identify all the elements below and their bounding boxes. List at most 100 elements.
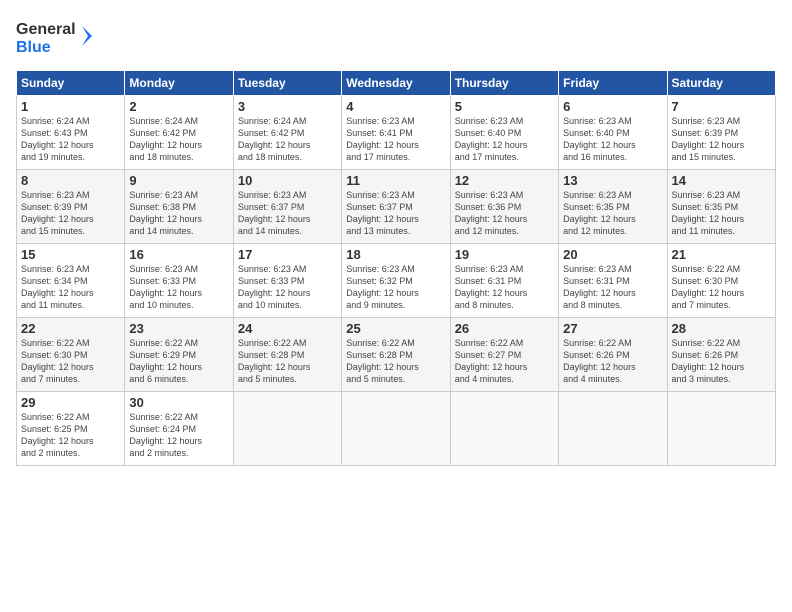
cell-text: Sunrise: 6:22 AM Sunset: 6:28 PM Dayligh…: [238, 337, 337, 386]
cell-text: Sunrise: 6:22 AM Sunset: 6:30 PM Dayligh…: [21, 337, 120, 386]
calendar-cell: 12Sunrise: 6:23 AM Sunset: 6:36 PM Dayli…: [450, 170, 558, 244]
calendar-cell: 13Sunrise: 6:23 AM Sunset: 6:35 PM Dayli…: [559, 170, 667, 244]
calendar-cell: 22Sunrise: 6:22 AM Sunset: 6:30 PM Dayli…: [17, 318, 125, 392]
cell-text: Sunrise: 6:24 AM Sunset: 6:43 PM Dayligh…: [21, 115, 120, 164]
calendar-cell: 21Sunrise: 6:22 AM Sunset: 6:30 PM Dayli…: [667, 244, 775, 318]
col-header-tuesday: Tuesday: [233, 71, 341, 96]
cell-text: Sunrise: 6:22 AM Sunset: 6:24 PM Dayligh…: [129, 411, 228, 460]
day-number: 16: [129, 247, 228, 262]
day-number: 23: [129, 321, 228, 336]
calendar-cell: 4Sunrise: 6:23 AM Sunset: 6:41 PM Daylig…: [342, 96, 450, 170]
cell-text: Sunrise: 6:23 AM Sunset: 6:36 PM Dayligh…: [455, 189, 554, 238]
calendar-cell: 3Sunrise: 6:24 AM Sunset: 6:42 PM Daylig…: [233, 96, 341, 170]
day-number: 8: [21, 173, 120, 188]
cell-text: Sunrise: 6:23 AM Sunset: 6:34 PM Dayligh…: [21, 263, 120, 312]
col-header-saturday: Saturday: [667, 71, 775, 96]
day-number: 29: [21, 395, 120, 410]
cell-text: Sunrise: 6:23 AM Sunset: 6:31 PM Dayligh…: [563, 263, 662, 312]
day-number: 14: [672, 173, 771, 188]
svg-text:Blue: Blue: [16, 39, 51, 56]
day-number: 5: [455, 99, 554, 114]
week-row-5: 29Sunrise: 6:22 AM Sunset: 6:25 PM Dayli…: [17, 392, 776, 466]
calendar-cell: 2Sunrise: 6:24 AM Sunset: 6:42 PM Daylig…: [125, 96, 233, 170]
day-number: 27: [563, 321, 662, 336]
svg-text:General: General: [16, 21, 76, 38]
calendar-cell: [233, 392, 341, 466]
cell-text: Sunrise: 6:23 AM Sunset: 6:39 PM Dayligh…: [672, 115, 771, 164]
day-number: 9: [129, 173, 228, 188]
week-row-4: 22Sunrise: 6:22 AM Sunset: 6:30 PM Dayli…: [17, 318, 776, 392]
calendar-cell: 6Sunrise: 6:23 AM Sunset: 6:40 PM Daylig…: [559, 96, 667, 170]
calendar-cell: 20Sunrise: 6:23 AM Sunset: 6:31 PM Dayli…: [559, 244, 667, 318]
calendar-cell: 18Sunrise: 6:23 AM Sunset: 6:32 PM Dayli…: [342, 244, 450, 318]
day-number: 26: [455, 321, 554, 336]
calendar-cell: 8Sunrise: 6:23 AM Sunset: 6:39 PM Daylig…: [17, 170, 125, 244]
col-header-monday: Monday: [125, 71, 233, 96]
calendar-cell: 9Sunrise: 6:23 AM Sunset: 6:38 PM Daylig…: [125, 170, 233, 244]
page: { "header": { "logo_line1": "General", "…: [0, 0, 792, 612]
calendar-cell: 11Sunrise: 6:23 AM Sunset: 6:37 PM Dayli…: [342, 170, 450, 244]
day-number: 18: [346, 247, 445, 262]
header: GeneralBlue: [16, 16, 776, 60]
cell-text: Sunrise: 6:23 AM Sunset: 6:39 PM Dayligh…: [21, 189, 120, 238]
col-header-wednesday: Wednesday: [342, 71, 450, 96]
day-number: 7: [672, 99, 771, 114]
day-number: 22: [21, 321, 120, 336]
calendar-cell: 30Sunrise: 6:22 AM Sunset: 6:24 PM Dayli…: [125, 392, 233, 466]
cell-text: Sunrise: 6:23 AM Sunset: 6:32 PM Dayligh…: [346, 263, 445, 312]
day-number: 24: [238, 321, 337, 336]
cell-text: Sunrise: 6:22 AM Sunset: 6:26 PM Dayligh…: [672, 337, 771, 386]
cell-text: Sunrise: 6:23 AM Sunset: 6:41 PM Dayligh…: [346, 115, 445, 164]
col-header-sunday: Sunday: [17, 71, 125, 96]
calendar-cell: 28Sunrise: 6:22 AM Sunset: 6:26 PM Dayli…: [667, 318, 775, 392]
cell-text: Sunrise: 6:23 AM Sunset: 6:38 PM Dayligh…: [129, 189, 228, 238]
day-number: 4: [346, 99, 445, 114]
calendar-cell: [559, 392, 667, 466]
calendar-cell: 29Sunrise: 6:22 AM Sunset: 6:25 PM Dayli…: [17, 392, 125, 466]
cell-text: Sunrise: 6:23 AM Sunset: 6:33 PM Dayligh…: [129, 263, 228, 312]
day-number: 25: [346, 321, 445, 336]
cell-text: Sunrise: 6:23 AM Sunset: 6:37 PM Dayligh…: [346, 189, 445, 238]
cell-text: Sunrise: 6:22 AM Sunset: 6:27 PM Dayligh…: [455, 337, 554, 386]
logo-svg: GeneralBlue: [16, 16, 96, 60]
cell-text: Sunrise: 6:24 AM Sunset: 6:42 PM Dayligh…: [238, 115, 337, 164]
calendar-cell: 1Sunrise: 6:24 AM Sunset: 6:43 PM Daylig…: [17, 96, 125, 170]
day-number: 30: [129, 395, 228, 410]
cell-text: Sunrise: 6:23 AM Sunset: 6:40 PM Dayligh…: [455, 115, 554, 164]
day-number: 13: [563, 173, 662, 188]
calendar-cell: 19Sunrise: 6:23 AM Sunset: 6:31 PM Dayli…: [450, 244, 558, 318]
calendar-cell: 5Sunrise: 6:23 AM Sunset: 6:40 PM Daylig…: [450, 96, 558, 170]
cell-text: Sunrise: 6:23 AM Sunset: 6:37 PM Dayligh…: [238, 189, 337, 238]
cell-text: Sunrise: 6:22 AM Sunset: 6:25 PM Dayligh…: [21, 411, 120, 460]
calendar-cell: [450, 392, 558, 466]
day-number: 21: [672, 247, 771, 262]
week-row-2: 8Sunrise: 6:23 AM Sunset: 6:39 PM Daylig…: [17, 170, 776, 244]
cell-text: Sunrise: 6:22 AM Sunset: 6:30 PM Dayligh…: [672, 263, 771, 312]
calendar-cell: 27Sunrise: 6:22 AM Sunset: 6:26 PM Dayli…: [559, 318, 667, 392]
week-row-1: 1Sunrise: 6:24 AM Sunset: 6:43 PM Daylig…: [17, 96, 776, 170]
day-number: 1: [21, 99, 120, 114]
day-number: 10: [238, 173, 337, 188]
calendar-cell: [667, 392, 775, 466]
calendar-cell: 7Sunrise: 6:23 AM Sunset: 6:39 PM Daylig…: [667, 96, 775, 170]
calendar-cell: 25Sunrise: 6:22 AM Sunset: 6:28 PM Dayli…: [342, 318, 450, 392]
week-row-3: 15Sunrise: 6:23 AM Sunset: 6:34 PM Dayli…: [17, 244, 776, 318]
header-row: SundayMondayTuesdayWednesdayThursdayFrid…: [17, 71, 776, 96]
calendar-cell: 26Sunrise: 6:22 AM Sunset: 6:27 PM Dayli…: [450, 318, 558, 392]
day-number: 20: [563, 247, 662, 262]
calendar-cell: 17Sunrise: 6:23 AM Sunset: 6:33 PM Dayli…: [233, 244, 341, 318]
day-number: 6: [563, 99, 662, 114]
calendar-cell: 10Sunrise: 6:23 AM Sunset: 6:37 PM Dayli…: [233, 170, 341, 244]
calendar-cell: 14Sunrise: 6:23 AM Sunset: 6:35 PM Dayli…: [667, 170, 775, 244]
calendar-cell: [342, 392, 450, 466]
col-header-thursday: Thursday: [450, 71, 558, 96]
calendar-table: SundayMondayTuesdayWednesdayThursdayFrid…: [16, 70, 776, 466]
cell-text: Sunrise: 6:23 AM Sunset: 6:35 PM Dayligh…: [563, 189, 662, 238]
cell-text: Sunrise: 6:22 AM Sunset: 6:29 PM Dayligh…: [129, 337, 228, 386]
day-number: 28: [672, 321, 771, 336]
col-header-friday: Friday: [559, 71, 667, 96]
day-number: 15: [21, 247, 120, 262]
day-number: 3: [238, 99, 337, 114]
calendar-cell: 15Sunrise: 6:23 AM Sunset: 6:34 PM Dayli…: [17, 244, 125, 318]
cell-text: Sunrise: 6:23 AM Sunset: 6:31 PM Dayligh…: [455, 263, 554, 312]
